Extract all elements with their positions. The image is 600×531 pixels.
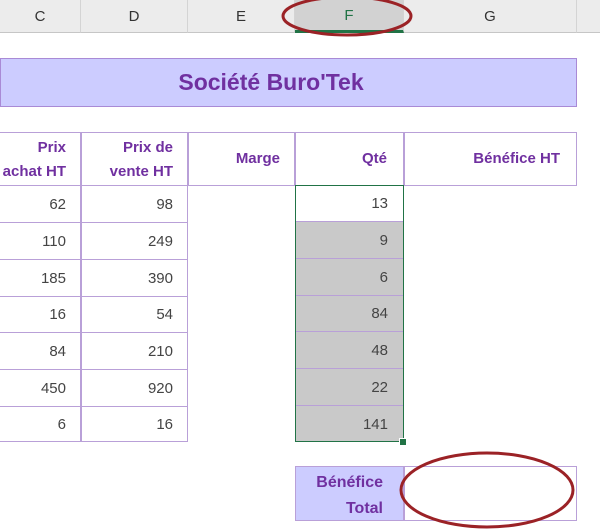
cell-prix-vente[interactable]: 210 — [81, 332, 188, 370]
cell-value: 48 — [371, 341, 388, 359]
cell-qte[interactable]: 48 — [295, 332, 404, 369]
highlight-ellipse-total — [399, 451, 575, 529]
cell-value: 16 — [49, 306, 66, 323]
header-prix-vente-line1: Prix de — [122, 139, 173, 156]
cell-prix-achat[interactable]: 450 — [0, 369, 81, 407]
total-label-line2: Total — [345, 500, 383, 517]
cell-qte[interactable]: 13 — [295, 185, 404, 222]
cell-value: 84 — [371, 305, 388, 322]
cell-prix-vente[interactable]: 98 — [81, 185, 188, 223]
cell-prix-vente[interactable]: 920 — [81, 369, 188, 407]
cell-prix-vente[interactable]: 390 — [81, 259, 188, 297]
cell-value: 110 — [42, 232, 66, 250]
cell-value: 54 — [156, 306, 173, 323]
cell-prix-achat[interactable]: 185 — [0, 259, 81, 297]
header-prix-achat-line2: achat HT — [2, 163, 66, 180]
cell-qte[interactable]: 141 — [295, 406, 404, 442]
column-header-e[interactable]: E — [188, 0, 295, 33]
cell-prix-achat[interactable]: 6 — [0, 406, 81, 442]
column-header-label: D — [128, 7, 140, 25]
column-header-c[interactable]: C — [0, 0, 81, 33]
cell-prix-vente[interactable]: 16 — [81, 406, 188, 442]
cell-value: 6 — [379, 268, 388, 286]
column-header-label: G — [484, 7, 496, 25]
cell-value: 84 — [49, 342, 66, 360]
cell-qte[interactable]: 22 — [295, 369, 404, 406]
header-prix-achat[interactable]: Prix achat HT — [0, 132, 81, 186]
header-marge[interactable]: Marge — [188, 132, 295, 186]
cell-value: 185 — [40, 269, 66, 287]
column-header-label: E — [235, 7, 246, 25]
cell-value: 249 — [147, 232, 173, 250]
cell-prix-achat[interactable]: 16 — [0, 296, 81, 333]
cell-qte[interactable]: 9 — [295, 222, 404, 259]
total-label-line1: Bénéfice — [316, 474, 383, 491]
header-prix-achat-line1: Prix — [37, 139, 66, 156]
cell-value: 22 — [371, 378, 388, 396]
header-qte-label: Qté — [361, 150, 387, 167]
cell-prix-achat[interactable]: 62 — [0, 185, 81, 223]
title-cell[interactable]: Société Buro'Tek — [0, 58, 577, 107]
cell-value: 390 — [147, 269, 173, 287]
cell-value: 98 — [156, 195, 173, 213]
header-benefice[interactable]: Bénéfice HT — [404, 132, 577, 186]
cell-prix-achat[interactable]: 84 — [0, 332, 81, 370]
cell-value: 6 — [57, 415, 66, 433]
column-header-d[interactable]: D — [81, 0, 188, 33]
header-marge-label: Marge — [235, 150, 280, 167]
column-header-g[interactable]: G — [404, 0, 577, 33]
total-label-cell[interactable]: Bénéfice Total — [295, 466, 404, 521]
cell-value: 450 — [40, 379, 66, 397]
page-title: Société Buro'Tek — [178, 69, 364, 95]
cell-prix-vente[interactable]: 54 — [81, 296, 188, 333]
cell-value: 62 — [49, 195, 66, 213]
header-prix-vente-line2: vente HT — [109, 163, 173, 180]
cell-value: 9 — [379, 231, 388, 249]
header-qte[interactable]: Qté — [295, 132, 404, 186]
column-header-label: C — [34, 7, 46, 25]
cell-prix-achat[interactable]: 110 — [0, 222, 81, 260]
cell-value: 210 — [147, 342, 173, 360]
cell-qte[interactable]: 6 — [295, 259, 404, 296]
header-benefice-label: Bénéfice HT — [473, 150, 560, 167]
cell-prix-vente[interactable]: 249 — [81, 222, 188, 260]
cell-qte[interactable]: 84 — [295, 296, 404, 332]
fill-handle[interactable] — [399, 438, 407, 446]
cell-value: 920 — [147, 379, 173, 397]
cell-value: 141 — [362, 415, 388, 433]
cell-value: 16 — [156, 415, 173, 433]
column-header-h[interactable] — [577, 0, 600, 33]
cell-value: 13 — [371, 194, 388, 212]
highlight-ellipse-column-f — [281, 0, 413, 37]
header-prix-vente[interactable]: Prix de vente HT — [81, 132, 188, 186]
